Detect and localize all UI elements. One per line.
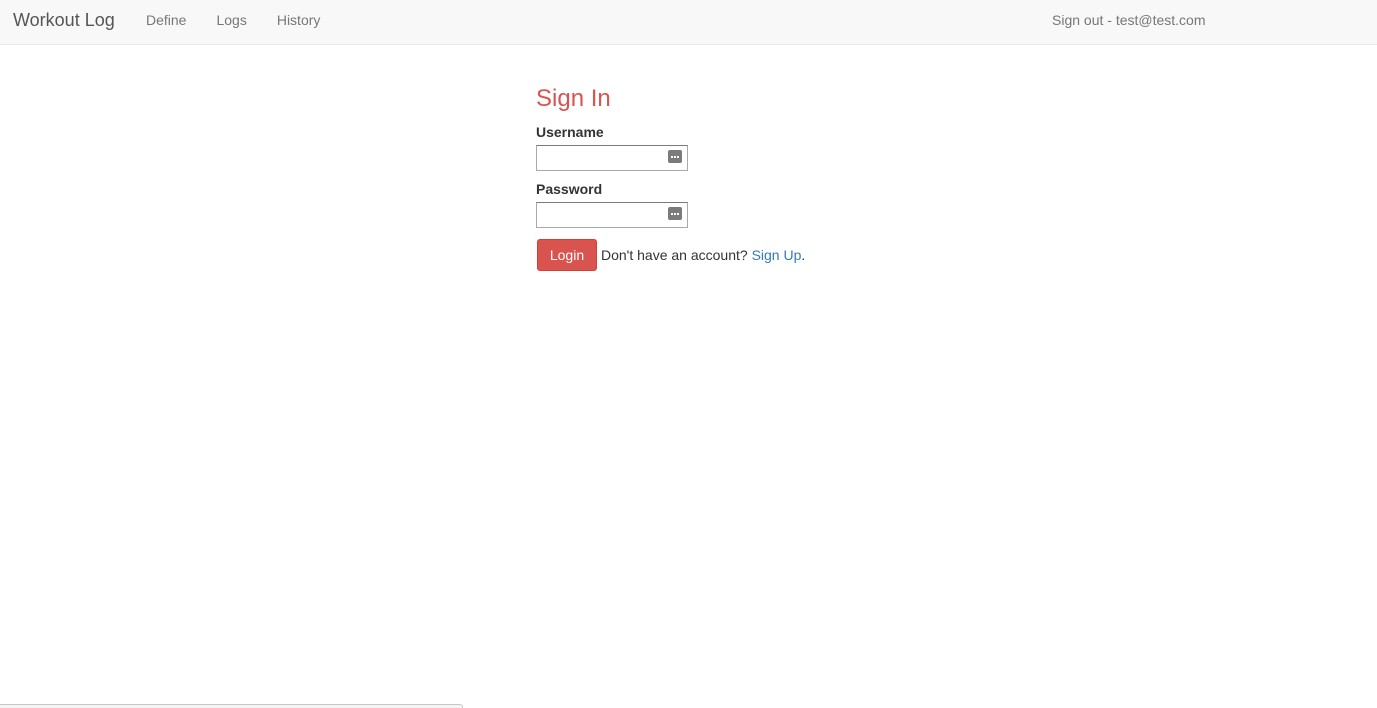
form-actions: Login Don't have an account? Sign Up. <box>536 239 856 271</box>
bottom-status-bar <box>0 704 463 708</box>
password-manager-key-icon[interactable] <box>668 207 682 220</box>
password-input[interactable] <box>536 202 688 228</box>
signup-suffix: . <box>801 246 806 263</box>
password-label: Password <box>536 181 603 197</box>
signup-prompt-text: Don't have an account? <box>601 246 748 263</box>
signup-link[interactable]: Sign Up <box>752 247 802 263</box>
brand-link[interactable]: Workout Log <box>13 9 115 31</box>
password-manager-key-icon[interactable] <box>668 150 682 163</box>
username-field-wrap <box>536 145 688 171</box>
nav-link-define[interactable]: Define <box>146 12 186 29</box>
nav-links: Define Logs History <box>146 12 350 29</box>
username-label: Username <box>536 124 604 140</box>
nav-link-history[interactable]: History <box>277 12 321 29</box>
signin-form: Sign In Username Password Login Don't ha… <box>536 84 856 271</box>
login-button[interactable]: Login <box>537 239 597 271</box>
top-navbar: Workout Log Define Logs History Sign out… <box>0 0 1377 45</box>
username-input[interactable] <box>536 145 688 171</box>
signup-prompt: Don't have an account? Sign Up. <box>601 247 805 264</box>
page-title: Sign In <box>536 85 611 112</box>
nav-link-logs[interactable]: Logs <box>216 12 246 29</box>
password-field-wrap <box>536 202 688 228</box>
signout-link[interactable]: Sign out - test@test.com <box>1052 12 1206 29</box>
